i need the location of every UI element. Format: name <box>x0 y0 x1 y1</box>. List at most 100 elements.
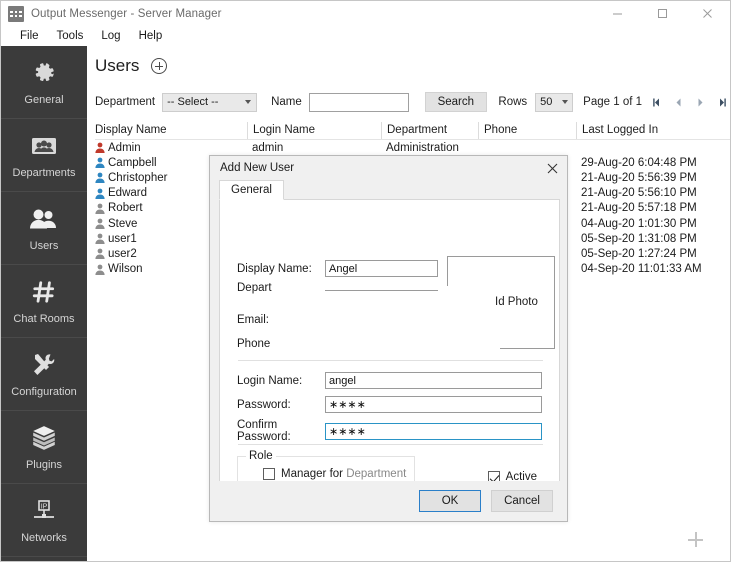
sidebar-label-users: Users <box>29 240 59 252</box>
dialog-footer: OK Cancel <box>210 481 567 521</box>
cell-login-name: admin <box>252 141 284 154</box>
divider-bottom <box>238 444 543 445</box>
display-name-input[interactable] <box>325 260 438 277</box>
column-header-phone[interactable]: Phone <box>478 122 576 139</box>
confirm-password-input[interactable] <box>325 422 542 440</box>
sidebar-label-networks: Networks <box>21 532 67 544</box>
sidebar-item-users[interactable]: Users <box>1 192 87 265</box>
display-name-text: Steve <box>108 217 138 230</box>
floating-plus-icon[interactable] <box>688 532 703 547</box>
next-page-button[interactable] <box>692 93 708 111</box>
menu-log[interactable]: Log <box>92 28 129 44</box>
phone-label: Phone <box>237 338 271 350</box>
cell-last-logged-in: 04-Aug-20 1:01:30 PM <box>581 217 697 230</box>
role-legend: Role <box>246 450 276 462</box>
user-status-icon <box>95 173 105 184</box>
dialog-close-icon[interactable] <box>541 158 563 178</box>
login-name-row: Login Name: <box>237 372 542 389</box>
add-user-plus-icon[interactable] <box>151 58 168 74</box>
menu-help[interactable]: Help <box>130 28 172 44</box>
department-input-artifact[interactable] <box>325 290 438 291</box>
cell-last-logged-in: 21-Aug-20 5:57:18 PM <box>581 202 697 215</box>
department-label: Depart <box>237 282 272 294</box>
menu-bar: File Tools Log Help <box>1 26 730 46</box>
cell-last-logged-in: 05-Sep-20 1:31:08 PM <box>581 232 697 245</box>
manager-for-department-label: Manager for Department <box>281 468 407 480</box>
display-name-row: Display Name: <box>237 260 438 277</box>
sidebar-label-plugins: Plugins <box>25 459 63 471</box>
sidebar-item-departments[interactable]: Departments <box>1 119 87 192</box>
sidebar-item-plugins[interactable]: Plugins <box>1 411 87 484</box>
table-header-row: Display Name Login Name Department Phone… <box>95 122 730 140</box>
login-name-input[interactable] <box>325 372 542 389</box>
app-icon <box>8 5 24 22</box>
user-status-icon <box>95 233 105 245</box>
previous-page-button[interactable] <box>670 93 686 111</box>
last-page-button[interactable] <box>714 93 730 111</box>
photo-edge-bottom <box>500 348 555 349</box>
divider-top <box>238 360 543 361</box>
tab-general[interactable]: General <box>219 180 284 200</box>
menu-tools[interactable]: Tools <box>48 28 93 44</box>
title-bar: Output Messenger - Server Manager <box>1 1 730 26</box>
cell-display-name: Admin <box>95 142 247 154</box>
column-header-display-name[interactable]: Display Name <box>95 122 247 139</box>
email-row: Email: <box>237 314 325 326</box>
department-row: Depart <box>237 282 325 294</box>
department-select-value: -- Select -- <box>167 96 219 108</box>
table-row[interactable]: Admin admin Administration <box>95 140 730 155</box>
pagination: Rows 50 Page 1 of 1 <box>498 92 730 112</box>
manager-for-department-checkbox-row[interactable]: Manager for Department <box>263 468 406 480</box>
sidebar-item-configuration[interactable]: Configuration <box>1 338 87 411</box>
dialog-title: Add New User <box>210 156 567 180</box>
ok-button[interactable]: OK <box>419 490 481 512</box>
user-status-icon <box>95 188 105 199</box>
user-status-icon <box>95 249 105 260</box>
manager-for-department-checkbox[interactable] <box>263 468 275 480</box>
maximize-button[interactable] <box>640 1 685 26</box>
department-select[interactable]: -- Select -- <box>162 92 258 112</box>
user-status-icon <box>95 203 105 214</box>
name-input[interactable] <box>308 92 409 112</box>
display-name-text: user2 <box>108 247 137 260</box>
confirm-password-label: Confirm Password: <box>237 419 291 443</box>
confirm-password-row: Confirm Password: <box>237 419 542 443</box>
users-icon <box>28 204 60 234</box>
close-button[interactable] <box>685 1 730 26</box>
sidebar-label-departments: Departments <box>12 167 76 179</box>
display-name-label: Display Name: <box>237 262 312 275</box>
sidebar: General Departments Users Chat Rooms Con… <box>1 46 87 561</box>
cell-department: Administration <box>386 141 459 154</box>
first-page-button[interactable] <box>648 93 664 111</box>
search-button[interactable]: Search <box>424 92 487 112</box>
column-header-last-logged-in[interactable]: Last Logged In <box>576 122 730 139</box>
sidebar-label-chat-rooms: Chat Rooms <box>13 313 75 325</box>
column-header-department[interactable]: Department <box>381 122 478 139</box>
column-header-login-name[interactable]: Login Name <box>247 122 381 139</box>
photo-edge-right <box>554 256 555 349</box>
id-photo-box[interactable]: Id Photo <box>447 256 555 349</box>
box-icon <box>28 423 60 453</box>
tools-icon <box>28 350 60 380</box>
user-status-icon <box>95 142 105 154</box>
user-status-icon <box>95 157 105 169</box>
password-input[interactable] <box>325 396 542 413</box>
minimize-button[interactable] <box>595 1 640 26</box>
cell-last-logged-in: 04-Sep-20 11:01:33 AM <box>581 263 702 276</box>
page-indicator: Page 1 of 1 <box>583 96 642 108</box>
sidebar-item-general[interactable]: General <box>1 46 87 119</box>
menu-file[interactable]: File <box>11 28 48 44</box>
page-header: Users <box>95 56 168 76</box>
departments-icon <box>28 131 60 161</box>
rows-select[interactable]: 50 <box>535 92 574 112</box>
sidebar-item-networks[interactable]: IP Networks <box>1 484 87 557</box>
chevron-down-icon <box>245 99 252 104</box>
sidebar-label-configuration: Configuration <box>11 386 77 398</box>
page-title: Users <box>95 56 140 75</box>
app-window: Output Messenger - Server Manager File T… <box>0 0 731 562</box>
id-photo-label: Id Photo <box>495 296 538 308</box>
sidebar-item-chat-rooms[interactable]: Chat Rooms <box>1 265 87 338</box>
cancel-button[interactable]: Cancel <box>491 490 553 512</box>
display-name-text: Campbell <box>108 156 157 169</box>
display-name-text: Admin <box>108 141 141 154</box>
